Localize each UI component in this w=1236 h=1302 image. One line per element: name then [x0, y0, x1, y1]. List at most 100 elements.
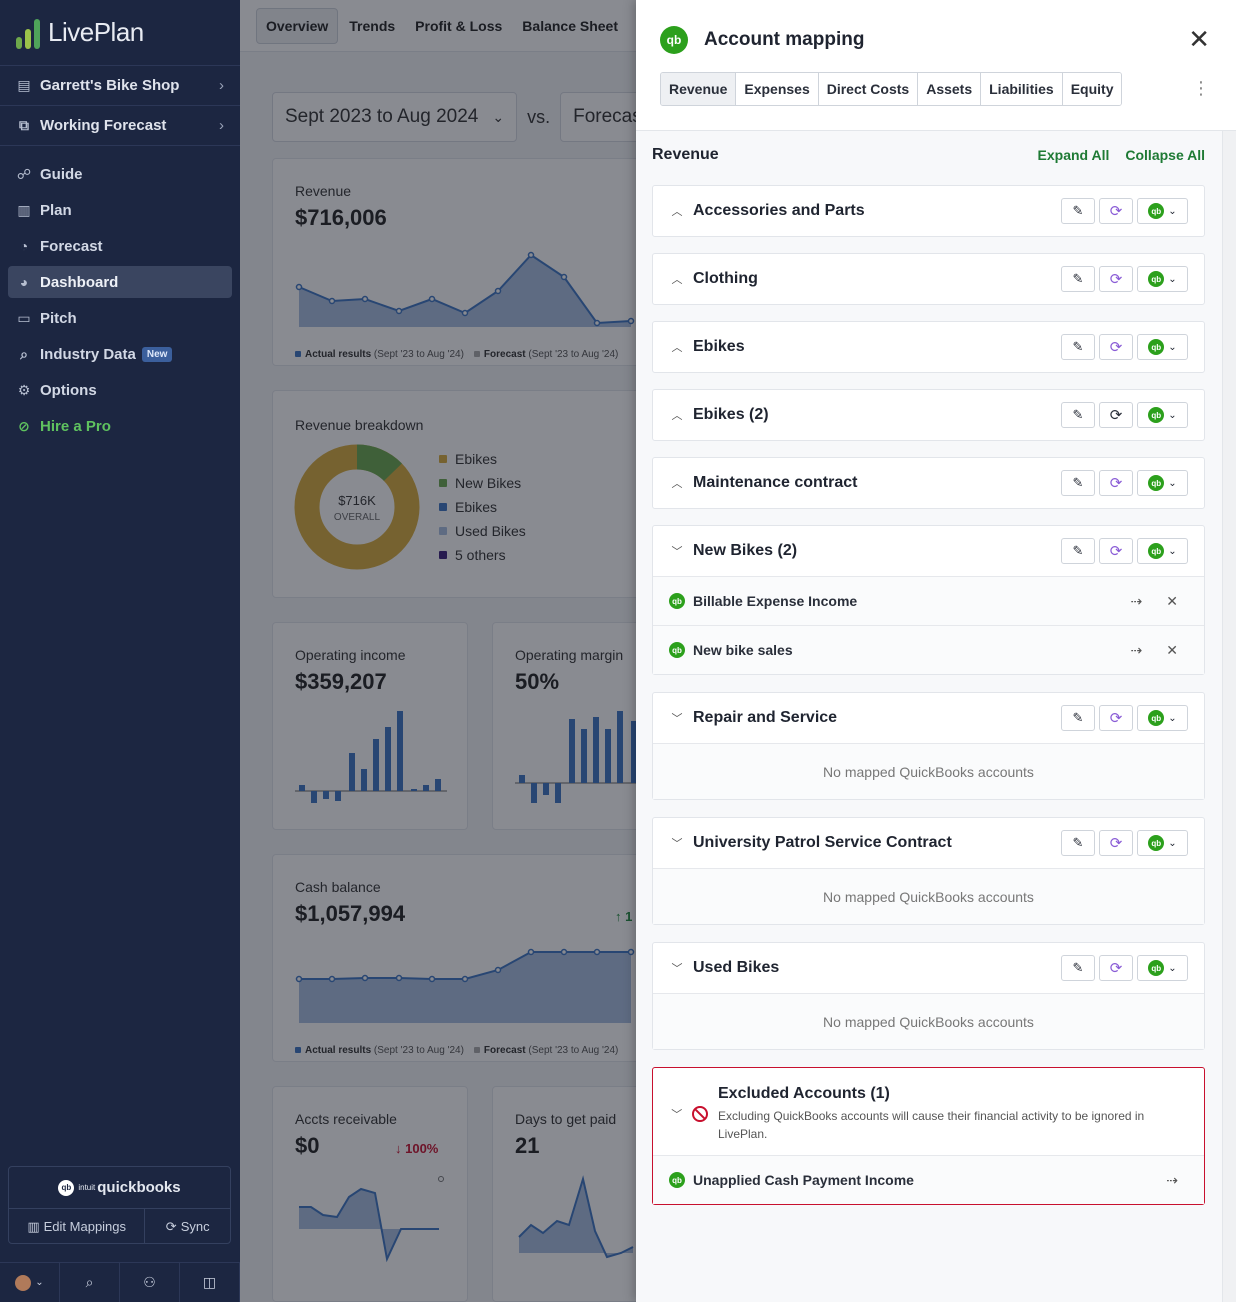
sidebar-item-label: Options: [40, 381, 97, 399]
sync-button[interactable]: ⟳: [1099, 830, 1133, 856]
quickbooks-map-dropdown[interactable]: qb ⌄: [1137, 334, 1188, 360]
mapping-group: ﹀ Used Bikes ✎ ⟳ qb ⌄ No mapped QuickBook…: [652, 942, 1205, 1050]
edit-button[interactable]: ✎: [1061, 705, 1095, 731]
chevron-up-icon[interactable]: ︿: [669, 475, 685, 491]
chevron-up-icon[interactable]: ︿: [669, 407, 685, 423]
quickbooks-map-dropdown[interactable]: qb ⌄: [1137, 538, 1188, 564]
remove-icon[interactable]: ✕: [1166, 642, 1178, 659]
edit-mappings-button[interactable]: ▥ Edit Mappings: [9, 1209, 146, 1244]
quickbooks-icon: qb: [669, 1172, 685, 1188]
group-name: Used Bikes: [693, 959, 780, 976]
edit-button[interactable]: ✎: [1061, 198, 1095, 224]
move-icon[interactable]: ⇢: [1131, 593, 1143, 610]
sidebar-item-guide[interactable]: ☍ Guide: [8, 158, 232, 190]
sync-button[interactable]: ⟳: [1099, 538, 1133, 564]
edit-button[interactable]: ✎: [1061, 402, 1095, 428]
dashboard-icon: ◕: [19, 274, 29, 290]
chevron-down-icon[interactable]: ﹀: [669, 960, 685, 976]
liveplan-logo[interactable]: LivePlan: [0, 0, 240, 66]
quickbooks-map-dropdown[interactable]: qb ⌄: [1137, 198, 1188, 224]
sync-button[interactable]: ⟳: [1099, 705, 1133, 731]
tab-expenses[interactable]: Expenses: [735, 73, 818, 105]
chevron-down-icon[interactable]: ﹀: [669, 710, 685, 726]
close-icon[interactable]: ✕: [1188, 24, 1210, 54]
chevron-down-icon[interactable]: ﹀: [669, 543, 685, 559]
tab-direct-costs[interactable]: Direct Costs: [817, 73, 918, 105]
group-name: Ebikes: [693, 338, 745, 355]
chevron-down-icon[interactable]: ﹀: [669, 835, 685, 851]
sidebar-toggle-icon[interactable]: ◫: [180, 1263, 240, 1302]
sidebar-item-dashboard[interactable]: ◕ Dashboard: [8, 266, 232, 298]
quickbooks-map-dropdown[interactable]: qb ⌄: [1137, 705, 1188, 731]
edit-button[interactable]: ✎: [1061, 334, 1095, 360]
quickbooks-map-dropdown[interactable]: qb ⌄: [1137, 402, 1188, 428]
tab-liabilities[interactable]: Liabilities: [980, 73, 1062, 105]
move-icon[interactable]: ⇢: [1166, 1172, 1178, 1189]
sidebar-item-options[interactable]: ⚙ Options: [8, 374, 232, 406]
quickbooks-map-dropdown[interactable]: qb ⌄: [1137, 470, 1188, 496]
chevron-down-icon: ⌄: [35, 1277, 44, 1288]
forecast-selector[interactable]: ⧉ Working Forecast ›: [0, 106, 240, 146]
copy-icon: ⧉: [19, 117, 29, 133]
edit-button[interactable]: ✎: [1061, 538, 1095, 564]
expand-all-link[interactable]: Expand All: [1038, 147, 1110, 163]
drawer-header: qb Account mapping ✕ Revenue Expenses Di…: [636, 0, 1236, 131]
account-name: Billable Expense Income: [693, 593, 858, 609]
chevron-up-icon[interactable]: ︿: [669, 203, 685, 219]
group-name: University Patrol Service Contract: [693, 834, 952, 851]
sync-button[interactable]: ⟳: [1099, 402, 1133, 428]
quickbooks-icon: qb: [1148, 543, 1165, 559]
quickbooks-map-dropdown[interactable]: qb ⌄: [1137, 830, 1188, 856]
avatar[interactable]: ⌄: [0, 1263, 60, 1302]
quickbooks-icon: qb: [1148, 475, 1165, 491]
sidebar-item-pitch[interactable]: ▭ Pitch: [8, 302, 232, 334]
edit-button[interactable]: ✎: [1061, 470, 1095, 496]
tab-revenue[interactable]: Revenue: [661, 73, 736, 105]
tab-equity[interactable]: Equity: [1061, 73, 1122, 105]
sync-button[interactable]: ⟳: [1099, 266, 1133, 292]
quickbooks-map-dropdown[interactable]: qb ⌄: [1137, 266, 1188, 292]
sync-button[interactable]: ⟳: [1099, 955, 1133, 981]
quickbooks-icon: qb: [1148, 203, 1165, 219]
edit-button[interactable]: ✎: [1061, 266, 1095, 292]
drawer-scrollbar[interactable]: [1222, 131, 1236, 1302]
remove-icon[interactable]: ✕: [1166, 593, 1178, 610]
sync-button[interactable]: ⟳: [1099, 198, 1133, 224]
move-icon[interactable]: ⇢: [1131, 642, 1143, 659]
section-title: Revenue: [652, 146, 719, 163]
sidebar-item-plan[interactable]: ▥ Plan: [8, 194, 232, 226]
sync-icon: ⟳: [1109, 710, 1123, 727]
mapping-group: ︿ Ebikes ✎ ⟳ qb ⌄: [652, 321, 1205, 373]
quickbooks-icon: qb: [1148, 960, 1165, 976]
sync-icon: ⟳: [1109, 543, 1123, 560]
search-icon[interactable]: ⌕: [60, 1263, 120, 1302]
excluded-icon: [692, 1106, 708, 1122]
guide-icon: ☍: [16, 165, 32, 182]
tab-assets[interactable]: Assets: [917, 73, 981, 105]
edit-mappings-label: Edit Mappings: [43, 1219, 127, 1234]
sync-button[interactable]: ⟳: [1099, 334, 1133, 360]
pitch-icon: ▭: [17, 309, 31, 326]
chevron-down-icon[interactable]: ﹀: [669, 1106, 684, 1155]
quickbooks-map-dropdown[interactable]: qb ⌄: [1137, 955, 1188, 981]
edit-icon: ✎: [1072, 475, 1084, 490]
sidebar-item-forecast[interactable]: ◔ Forecast: [8, 230, 232, 262]
quickbooks-icon: qb: [1148, 271, 1165, 287]
chevron-up-icon[interactable]: ︿: [669, 339, 685, 355]
edit-button[interactable]: ✎: [1061, 955, 1095, 981]
group-name: New Bikes (2): [693, 542, 798, 559]
add-user-icon[interactable]: ⚇: [120, 1263, 180, 1302]
sync-button[interactable]: ⟳: [1099, 470, 1133, 496]
sidebar-item-label: Forecast: [40, 237, 103, 255]
collapse-all-link[interactable]: Collapse All: [1125, 147, 1205, 163]
more-options-icon[interactable]: ⋮: [1192, 78, 1210, 98]
sidebar-item-hire-a-pro[interactable]: ⊘ Hire a Pro: [8, 410, 232, 442]
edit-icon: ✎: [1072, 543, 1084, 558]
sync-button[interactable]: ⟳ Sync: [145, 1209, 230, 1244]
business-selector[interactable]: ▤ Garrett's Bike Shop ›: [0, 66, 240, 106]
chevron-up-icon[interactable]: ︿: [669, 271, 685, 287]
edit-button[interactable]: ✎: [1061, 830, 1095, 856]
mapping-group: ︿ Maintenance contract ✎ ⟳ qb ⌄: [652, 457, 1205, 509]
plan-icon: ▥: [17, 201, 31, 218]
sidebar-item-industry-data[interactable]: ⌕ Industry Data New: [8, 338, 232, 370]
